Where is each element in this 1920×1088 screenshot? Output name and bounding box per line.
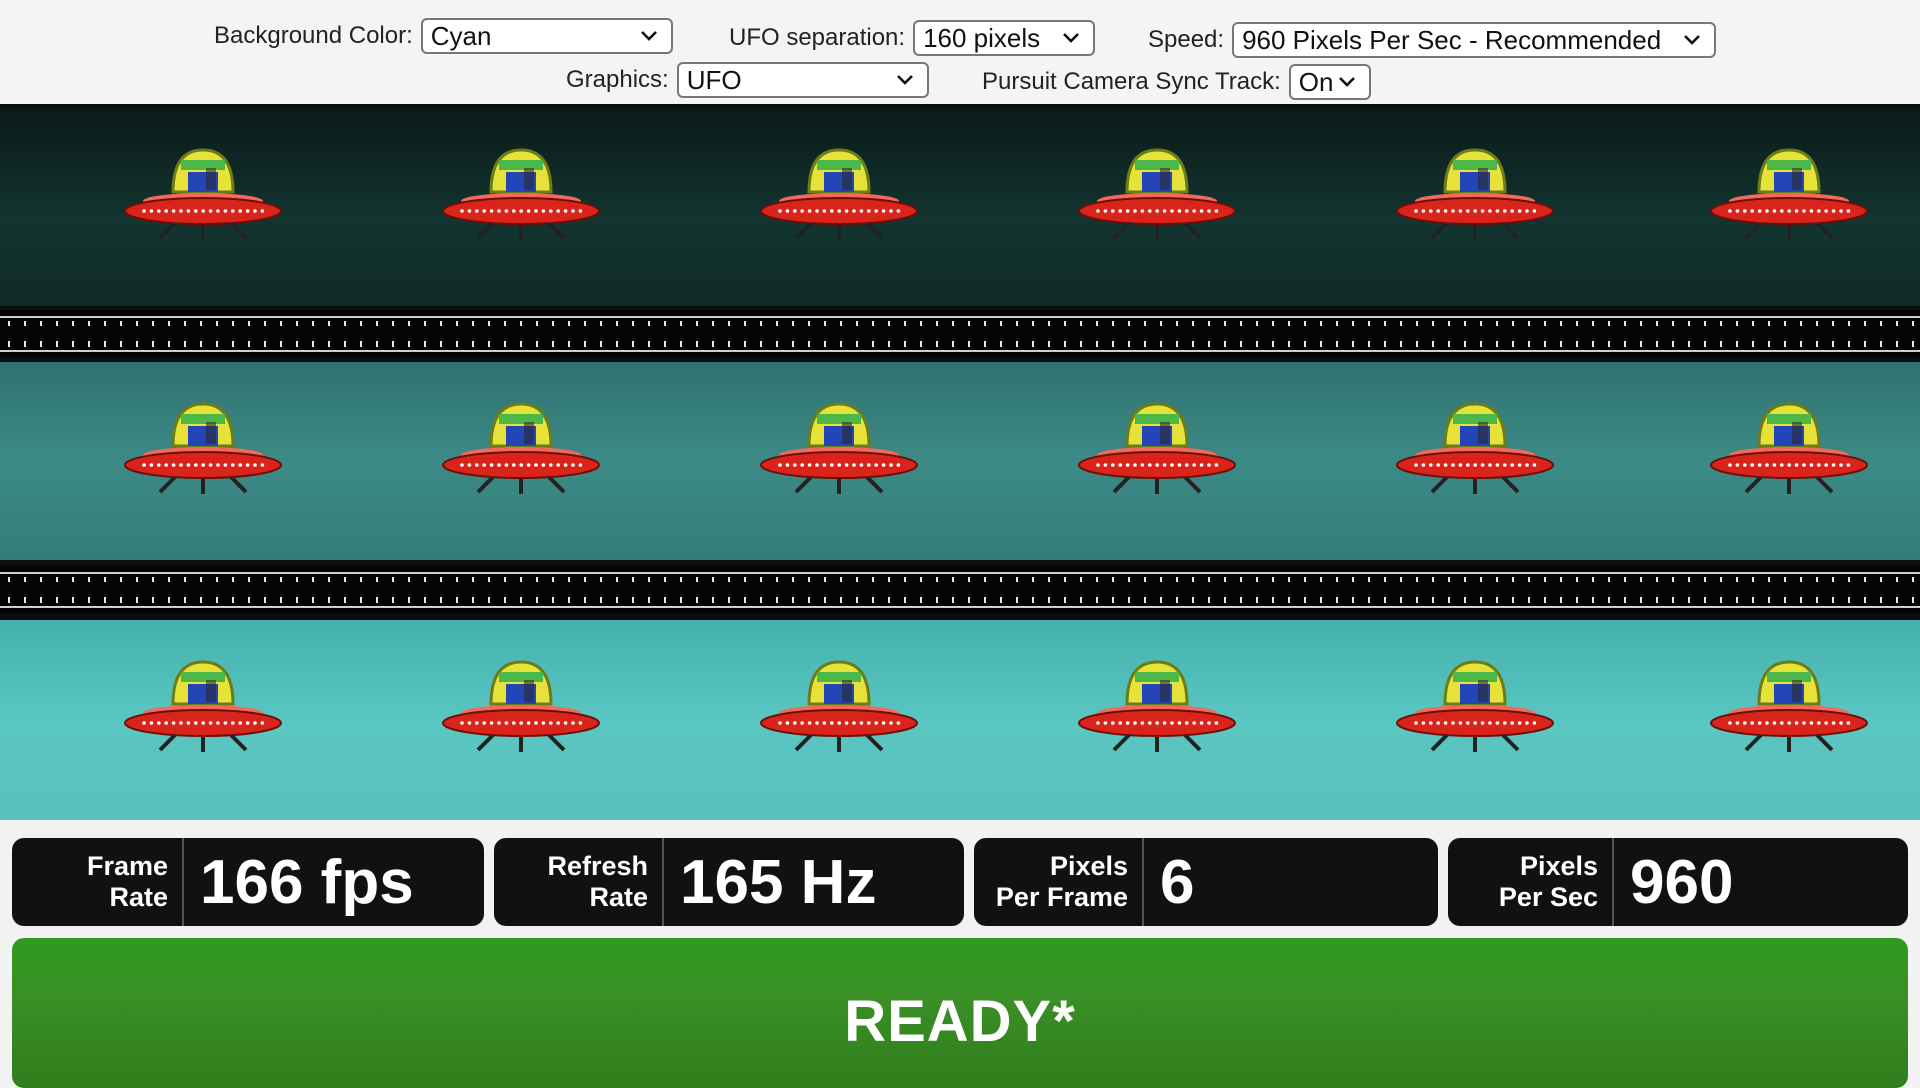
- pixels-per-frame-value: 6: [1160, 847, 1195, 917]
- chevron-down-icon: [896, 75, 913, 85]
- stats-bar: Frame Rate 166 fps Refresh Rate 165 Hz P…: [0, 820, 1920, 932]
- ufo-icon: [118, 138, 288, 248]
- frame-rate-label: Frame Rate: [12, 838, 184, 926]
- pixels-per-sec-value: 960: [1630, 847, 1734, 917]
- ufo-icon: [118, 650, 288, 760]
- background-color-select[interactable]: Cyan: [420, 18, 673, 54]
- chevron-down-icon: [640, 31, 657, 41]
- light-lane: [0, 620, 1920, 820]
- graphics-select[interactable]: UFO: [676, 62, 929, 98]
- ufo-icon: [1072, 392, 1242, 502]
- speed-control: Speed: 960 Pixels Per Sec - Recommended: [1148, 20, 1717, 60]
- frame-rate-label-line1: Frame: [86, 851, 168, 881]
- ufo-icon: [1390, 392, 1560, 502]
- ufo-separation-select[interactable]: 160 pixels: [913, 20, 1096, 56]
- pixels-per-frame-panel: Pixels Per Frame 6: [974, 838, 1438, 926]
- pixels-per-sec-label-line1: Pixels: [1519, 851, 1598, 881]
- status-banner[interactable]: READY*: [12, 938, 1908, 1088]
- medium-lane: [0, 362, 1920, 560]
- ufo-icon: [436, 138, 606, 248]
- graphics-label: Graphics:: [566, 66, 669, 93]
- ufo-icon: [1072, 138, 1242, 248]
- ufo-separation-value: 160 pixels: [923, 22, 1041, 53]
- refresh-rate-value: 165 Hz: [680, 847, 877, 917]
- chevron-down-icon: [1684, 35, 1700, 45]
- graphics-value: UFO: [686, 64, 742, 95]
- pixels-per-sec-label: Pixels Per Sec: [1448, 838, 1614, 926]
- sync-track-top: [0, 310, 1920, 358]
- pursuit-camera-label: Pursuit Camera Sync Track:: [982, 68, 1281, 95]
- pixels-per-frame-label-line1: Pixels: [1049, 851, 1128, 881]
- ufo-icon: [436, 650, 606, 760]
- chevron-down-icon: [1063, 33, 1079, 43]
- ufo-test-stage: [0, 104, 1920, 820]
- graphics-control: Graphics: UFO: [566, 60, 929, 100]
- pixels-per-sec-panel: Pixels Per Sec 960: [1448, 838, 1908, 926]
- frame-rate-label-line2: Rate: [109, 882, 168, 912]
- pursuit-camera-value: On: [1298, 66, 1334, 97]
- background-color-label: Background Color:: [214, 22, 413, 49]
- controls-bar: Background Color: Cyan UFO separation: 1…: [0, 0, 1920, 104]
- chevron-down-icon: [1338, 77, 1355, 87]
- ufo-separation-control: UFO separation: 160 pixels: [729, 18, 1096, 58]
- ufo-icon: [436, 392, 606, 502]
- ufo-icon: [1704, 650, 1874, 760]
- pixels-per-frame-label: Pixels Per Frame: [974, 838, 1144, 926]
- speed-label: Speed:: [1148, 26, 1225, 53]
- status-text: READY*: [844, 989, 1076, 1054]
- ufo-icon: [1390, 138, 1560, 248]
- speed-value: 960 Pixels Per Sec - Recommended: [1242, 24, 1662, 55]
- frame-rate-panel: Frame Rate 166 fps: [12, 838, 484, 926]
- ufo-separation-label: UFO separation:: [729, 24, 906, 51]
- refresh-rate-label: Refresh Rate: [494, 838, 664, 926]
- refresh-rate-panel: Refresh Rate 165 Hz: [494, 838, 964, 926]
- ufo-icon: [754, 138, 924, 248]
- sync-track-bottom: [0, 566, 1920, 614]
- pursuit-camera-control: Pursuit Camera Sync Track: On: [982, 62, 1371, 102]
- dark-lane: [0, 108, 1920, 306]
- ufo-icon: [118, 392, 288, 502]
- background-color-control: Background Color: Cyan: [214, 16, 673, 56]
- refresh-rate-label-line1: Refresh: [547, 851, 648, 881]
- background-color-value: Cyan: [430, 20, 492, 51]
- ufo-icon: [754, 392, 924, 502]
- ufo-icon: [1390, 650, 1560, 760]
- pursuit-camera-select[interactable]: On: [1288, 64, 1371, 100]
- refresh-rate-label-line2: Rate: [589, 882, 648, 912]
- speed-select[interactable]: 960 Pixels Per Sec - Recommended: [1232, 22, 1717, 58]
- frame-rate-value: 166 fps: [200, 847, 414, 917]
- ufo-icon: [1704, 392, 1874, 502]
- ufo-icon: [1072, 650, 1242, 760]
- ufo-icon: [754, 650, 924, 760]
- pixels-per-frame-label-line2: Per Frame: [995, 882, 1128, 912]
- ufo-icon: [1704, 138, 1874, 248]
- pixels-per-sec-label-line2: Per Sec: [1498, 882, 1598, 912]
